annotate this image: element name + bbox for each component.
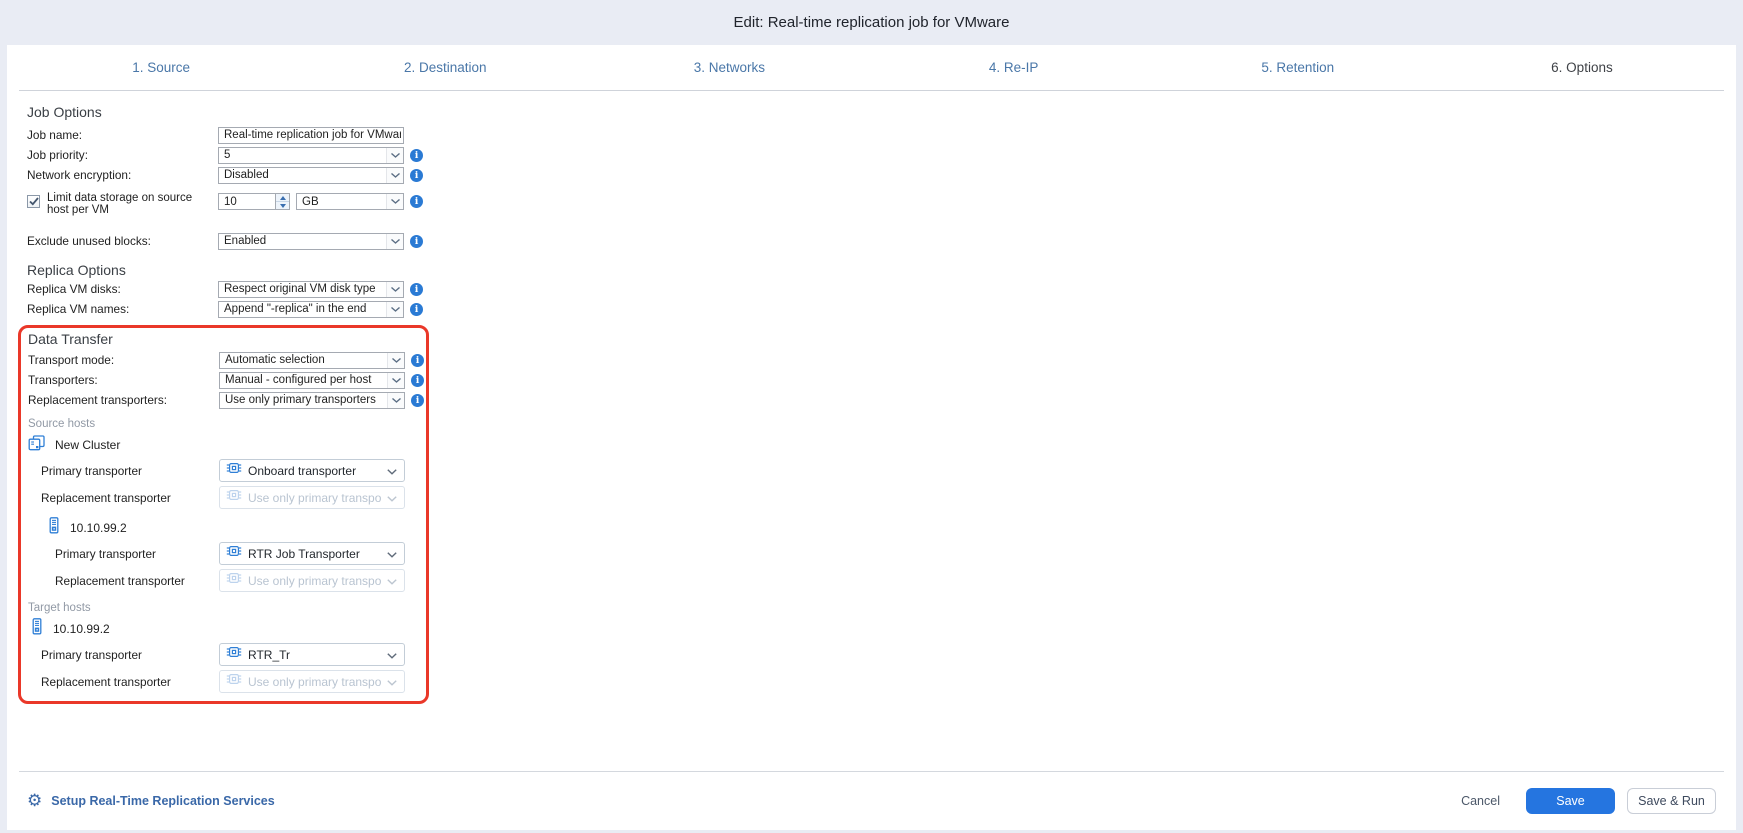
storage-unit-select[interactable]: GB [296,193,404,210]
tab-options[interactable]: 6. Options [1440,45,1724,90]
chevron-down-icon [386,302,403,317]
tab-networks[interactable]: 3. Networks [587,45,871,90]
source-host-row: 10.10.99.2 [47,517,426,539]
chevron-down-icon [386,234,403,249]
cluster-row: New Cluster [28,434,426,456]
transporter-icon [226,570,242,591]
transporter-icon [226,487,242,508]
transporter-icon [226,543,242,564]
chevron-down-icon [386,168,403,183]
exclude-blocks-label: Exclude unused blocks: [27,234,218,248]
transporter-icon [226,671,242,692]
info-icon[interactable]: i [410,303,423,316]
replica-options-heading: Replica Options [27,261,1736,279]
primary-transporter-label: Primary transporter [41,464,219,478]
info-icon[interactable]: i [410,235,423,248]
transport-mode-select[interactable]: Automatic selection [219,352,405,369]
replica-vm-disks-select[interactable]: Respect original VM disk type [218,281,404,298]
info-icon[interactable]: i [411,394,424,407]
tab-retention[interactable]: 5. Retention [1156,45,1440,90]
replacement-transporter-label: Replacement transporter [55,574,219,588]
primary-transporter-label: Primary transporter [55,547,219,561]
replacement-transporter-label: Replacement transporter [41,675,219,689]
chevron-down-icon [387,462,397,480]
target-host-name: 10.10.99.2 [53,622,110,636]
job-priority-label: Job priority: [27,148,218,162]
setup-rtr-link-label: Setup Real-Time Replication Services [51,794,274,808]
dialog-titlebar: Edit: Real-time replication job for VMwa… [0,0,1743,45]
transport-mode-label: Transport mode: [28,353,219,367]
exclude-blocks-select[interactable]: Enabled [218,233,404,250]
chevron-down-icon [387,545,397,563]
replica-vm-names-select[interactable]: Append "-replica" in the end [218,301,404,318]
source-host-replacement-transporter-select: Use only primary transpo... [219,569,405,592]
replacement-transporters-label: Replacement transporters: [28,393,219,407]
cancel-button[interactable]: Cancel [1461,794,1500,808]
wizard-steps: 1. Source 2. Destination 3. Networks 4. … [19,45,1724,91]
host-icon [30,618,44,640]
data-transfer-heading: Data Transfer [28,330,426,348]
cluster-replacement-transporter-select: Use only primary transpo... [219,486,405,509]
chevron-down-icon [387,489,397,507]
info-icon[interactable]: i [410,149,423,162]
save-run-button[interactable]: Save & Run [1627,788,1716,814]
save-button[interactable]: Save [1526,788,1615,814]
source-host-name: 10.10.99.2 [70,521,127,535]
chevron-down-icon [386,194,403,209]
primary-transporter-label: Primary transporter [41,648,219,662]
chevron-down-icon [386,282,403,297]
network-encryption-select[interactable]: Disabled [218,167,404,184]
replica-vm-names-label: Replica VM names: [27,302,218,316]
info-icon[interactable]: i [410,169,423,182]
chevron-down-icon [387,646,397,664]
chevron-down-icon [387,673,397,691]
page-title: Edit: Real-time replication job for VMwa… [734,14,1010,31]
limit-storage-checkbox[interactable] [27,195,40,208]
chevron-down-icon [387,353,404,368]
info-icon[interactable]: i [410,195,423,208]
target-host-row: 10.10.99.2 [30,618,426,640]
replica-vm-disks-label: Replica VM disks: [27,282,218,296]
replacement-transporter-label: Replacement transporter [41,491,219,505]
cluster-icon [28,435,46,456]
job-options-heading: Job Options [27,103,1736,121]
info-icon[interactable]: i [411,354,424,367]
cluster-primary-transporter-select[interactable]: Onboard transporter [219,459,405,482]
source-host-primary-transporter-select[interactable]: RTR Job Transporter [219,542,405,565]
setup-rtr-link[interactable]: ⚙ Setup Real-Time Replication Services [27,793,275,810]
job-priority-select[interactable]: 5 [218,147,404,164]
target-hosts-heading: Target hosts [28,600,426,616]
source-hosts-heading: Source hosts [28,416,426,432]
dialog-footer: ⚙ Setup Real-Time Replication Services C… [19,771,1724,830]
replacement-transporters-select[interactable]: Use only primary transporters [219,392,405,409]
transporters-select[interactable]: Manual - configured per host [219,372,405,389]
limit-storage-label: Limit data storage on source host per VM [47,193,215,216]
info-icon[interactable]: i [410,283,423,296]
spinner-up-icon[interactable] [276,194,289,201]
wizard-panel: 1. Source 2. Destination 3. Networks 4. … [7,45,1736,830]
transporter-icon [226,644,242,665]
cluster-name: New Cluster [55,438,120,452]
tab-reip[interactable]: 4. Re-IP [872,45,1156,90]
data-transfer-highlight: Data Transfer Transport mode: Automatic … [18,325,429,704]
target-host-replacement-transporter-select: Use only primary transpo... [219,670,405,693]
host-icon [47,517,61,539]
info-icon[interactable]: i [411,374,424,387]
chevron-down-icon [387,373,404,388]
network-encryption-label: Network encryption: [27,168,218,182]
spinner-down-icon[interactable] [276,201,289,209]
chevron-down-icon [387,572,397,590]
chevron-down-icon [386,148,403,163]
transporters-label: Transporters: [28,373,219,387]
gear-icon: ⚙ [27,793,42,810]
target-host-primary-transporter-select[interactable]: RTR_Tr [219,643,405,666]
job-name-input[interactable] [218,127,404,144]
tab-source[interactable]: 1. Source [19,45,303,90]
tab-destination[interactable]: 2. Destination [303,45,587,90]
transporter-icon [226,460,242,481]
job-name-label: Job name: [27,128,218,142]
storage-amount-input[interactable] [218,193,276,210]
quantity-stepper[interactable] [276,193,290,210]
chevron-down-icon [387,393,404,408]
